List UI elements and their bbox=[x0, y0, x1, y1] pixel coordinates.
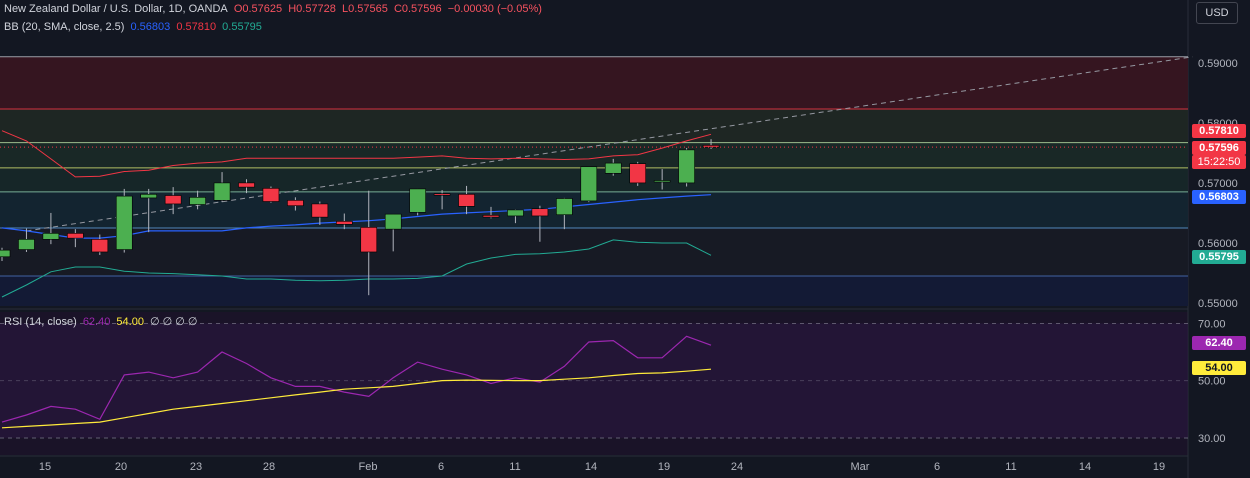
candle-body bbox=[164, 195, 182, 205]
last-price-tag: 0.57596 bbox=[1192, 141, 1246, 155]
chart-canvas[interactable]: 0.550000.560000.570000.580000.5900030.00… bbox=[0, 0, 1250, 478]
time-tick-label: 6 bbox=[934, 461, 940, 473]
rsi-legend: RSI (14, close) 62.40 54.00 ∅ ∅ ∅ ∅ bbox=[4, 315, 201, 328]
candle-body bbox=[287, 200, 304, 207]
symbol-legend: New Zealand Dollar / U.S. Dollar, 1D, OA… bbox=[4, 3, 545, 15]
rsi-tick-label: 70.00 bbox=[1198, 318, 1226, 330]
candle-body bbox=[238, 182, 255, 188]
candle-body bbox=[604, 162, 622, 174]
candle-body bbox=[507, 209, 524, 217]
rsi-legend-value: 62.40 bbox=[82, 316, 111, 328]
time-tick-label: 11 bbox=[1005, 461, 1016, 473]
candle-body bbox=[433, 193, 451, 196]
rsi-band-fill bbox=[0, 323, 1188, 438]
time-tick-label: 28 bbox=[263, 461, 275, 473]
candle-body bbox=[653, 180, 671, 183]
level-zone bbox=[0, 56, 1188, 110]
time-tick-label: Mar bbox=[851, 461, 870, 473]
currency-button[interactable]: USD bbox=[1196, 2, 1238, 24]
candle-body bbox=[262, 188, 280, 202]
price-tick-label: 0.59000 bbox=[1198, 58, 1238, 70]
bb-basis-value: 0.56803 bbox=[130, 21, 171, 33]
candle-body bbox=[678, 149, 695, 184]
time-tick-label: 15 bbox=[39, 461, 51, 473]
bb-label: BB (20, SMA, close, 2.5) bbox=[4, 21, 125, 33]
candle-body bbox=[67, 233, 84, 239]
time-tick-label: Feb bbox=[359, 461, 378, 473]
candle-body bbox=[580, 166, 598, 202]
bb-legend: BB (20, SMA, close, 2.5) 0.56803 0.57810… bbox=[4, 21, 265, 33]
candle-body bbox=[482, 215, 500, 218]
rsi-price-tag: 62.40 bbox=[1192, 336, 1246, 350]
ohlc-low: L0.57565 bbox=[341, 3, 388, 15]
level-zone bbox=[0, 227, 1188, 276]
time-tick-label: 19 bbox=[1153, 461, 1165, 473]
rsi-tick-label: 30.00 bbox=[1198, 433, 1226, 445]
rsi-label: RSI (14, close) bbox=[4, 316, 77, 328]
candle-body bbox=[213, 182, 231, 201]
candle-body bbox=[458, 194, 475, 207]
candle-body bbox=[360, 227, 378, 253]
time-tick-label: 20 bbox=[115, 461, 127, 473]
time-tick-label: 24 bbox=[731, 461, 743, 473]
candle-body bbox=[384, 213, 402, 230]
candle-body bbox=[629, 163, 647, 184]
time-tick-label: 11 bbox=[509, 461, 520, 473]
candle-body bbox=[140, 194, 157, 199]
ohlc-open: O0.57625 bbox=[233, 3, 283, 15]
price-tick-label: 0.55000 bbox=[1198, 298, 1238, 310]
price-tick-label: 0.57000 bbox=[1198, 178, 1238, 190]
time-tick-label: 6 bbox=[438, 461, 444, 473]
time-tick-label: 19 bbox=[658, 461, 670, 473]
symbol-title: New Zealand Dollar / U.S. Dollar, 1D, OA… bbox=[4, 3, 228, 15]
rsi-tick-label: 50.00 bbox=[1198, 376, 1226, 388]
candle-body bbox=[311, 203, 329, 218]
candle-body bbox=[0, 249, 11, 258]
rsi-extra: ∅ ∅ ∅ ∅ bbox=[150, 316, 198, 328]
price-tick-label: 0.56000 bbox=[1198, 238, 1238, 250]
bb-lower-value: 0.55795 bbox=[222, 21, 262, 33]
countdown-tag: 15:22:50 bbox=[1192, 155, 1246, 169]
bb-upper-value: 0.57810 bbox=[176, 21, 217, 33]
candle-body bbox=[42, 233, 60, 240]
candle-body bbox=[556, 198, 573, 216]
ohlc-high: H0.57728 bbox=[288, 3, 336, 15]
rsi-ma-legend-value: 54.00 bbox=[116, 316, 144, 328]
level-zone bbox=[0, 275, 1188, 306]
ohlc-change: −0.00030 (−0.05%) bbox=[447, 3, 542, 15]
bb-lower-price-tag: 0.55795 bbox=[1192, 250, 1246, 264]
rsi-ma-price-tag: 54.00 bbox=[1192, 361, 1246, 375]
bb-basis-price-tag: 0.56803 bbox=[1192, 190, 1246, 204]
candle-body bbox=[531, 208, 549, 217]
ohlc-close: C0.57596 bbox=[393, 3, 442, 15]
candle-body bbox=[189, 197, 206, 205]
candle-body bbox=[409, 188, 426, 213]
candle-body bbox=[18, 239, 35, 250]
chart-root: 0.550000.560000.570000.580000.5900030.00… bbox=[0, 0, 1250, 478]
bb-upper-price-tag: 0.57810 bbox=[1192, 124, 1246, 138]
time-tick-label: 23 bbox=[190, 461, 202, 473]
level-zone bbox=[0, 142, 1188, 168]
time-tick-label: 14 bbox=[585, 461, 597, 473]
candle-body bbox=[91, 239, 109, 253]
candle-body bbox=[115, 195, 133, 250]
candle-body bbox=[335, 221, 353, 225]
time-tick-label: 14 bbox=[1079, 461, 1091, 473]
level-zone bbox=[0, 109, 1188, 143]
